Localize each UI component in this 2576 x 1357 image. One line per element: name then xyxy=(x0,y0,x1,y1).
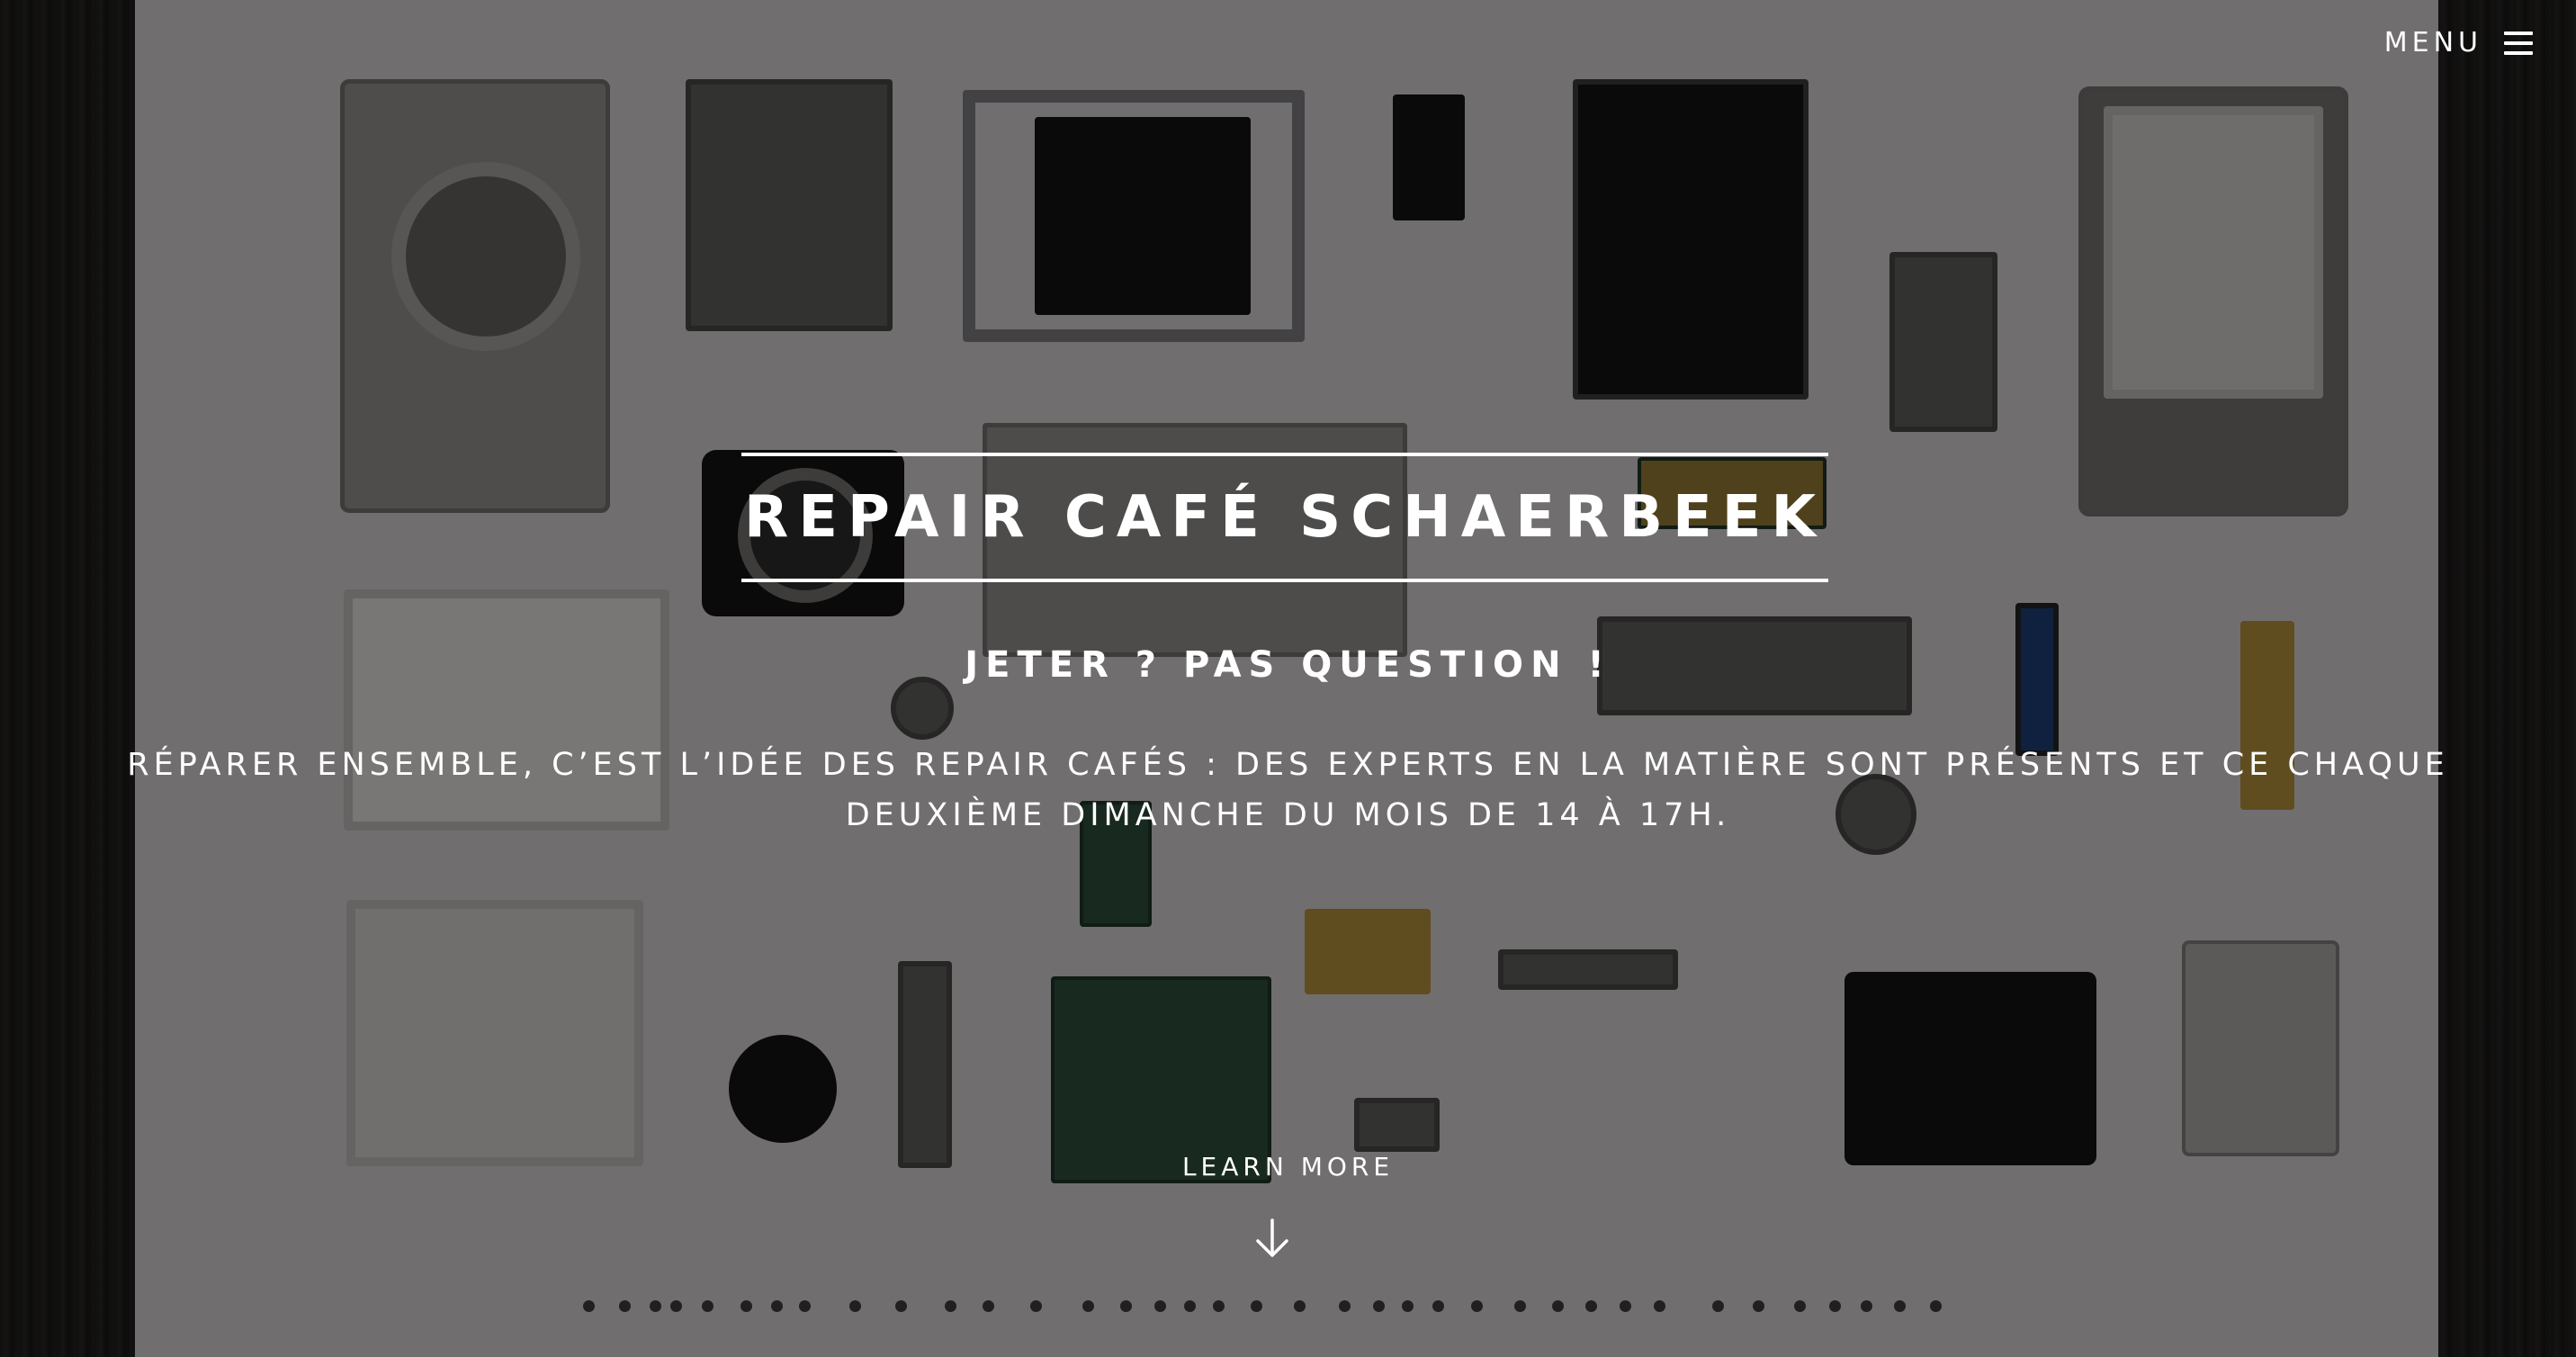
learn-more-link[interactable]: LEARN MORE xyxy=(0,1152,2576,1182)
title-box: REPAIR CAFÉ SCHAERBEEK xyxy=(741,453,1828,582)
hero-description: RÉPARER ENSEMBLE, C’EST L’IDÉE DES REPAI… xyxy=(127,747,2449,833)
hero-subtitle: JETER ? PAS QUESTION ! xyxy=(965,644,1611,686)
site-title: REPAIR CAFÉ SCHAERBEEK xyxy=(743,484,1827,551)
arrow-down-icon[interactable] xyxy=(1252,1217,1292,1260)
hero-section: REPAIR CAFÉ SCHAERBEEK JETER ? PAS QUEST… xyxy=(0,0,2576,1357)
